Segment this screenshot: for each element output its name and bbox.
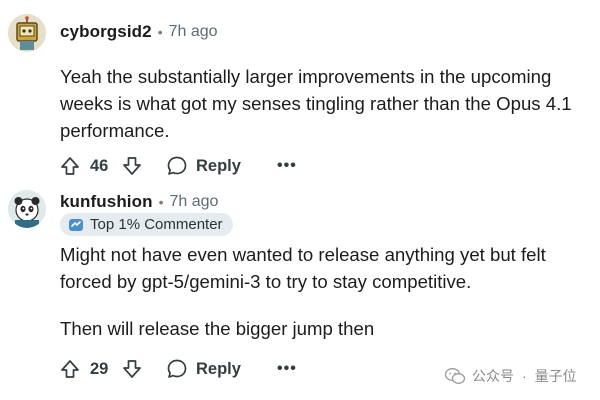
watermark: 公众号 · 量子位: [444, 366, 577, 386]
comment-actions: 29 Reply •••: [58, 354, 297, 384]
vote-count: 29: [90, 359, 109, 378]
badge-icon: [69, 218, 83, 231]
upvote-button[interactable]: [58, 151, 82, 181]
reply-label: Reply: [196, 156, 241, 175]
comment-meta: cyborgsid2 • 7h ago: [60, 22, 218, 42]
vote-count: 46: [90, 156, 109, 175]
downvote-button[interactable]: [120, 151, 144, 181]
downvote-arrow-icon: [123, 360, 141, 378]
upvote-button[interactable]: [58, 354, 82, 384]
avatar[interactable]: [8, 190, 46, 228]
speech-bubble-icon: [167, 359, 187, 378]
avatar[interactable]: [8, 14, 46, 52]
meta-separator: •: [158, 194, 164, 210]
panda-avatar-icon: [8, 190, 46, 228]
timestamp[interactable]: 7h ago: [170, 193, 219, 211]
reply-label: Reply: [196, 359, 241, 378]
speech-bubble-icon: [167, 156, 187, 175]
upvote-arrow-icon: [61, 157, 79, 175]
comment-body: Might not have even wanted to release an…: [60, 241, 595, 342]
meta-separator: •: [157, 24, 163, 40]
comment-paragraph: Then will release the bigger jump then: [60, 318, 375, 339]
more-options-button[interactable]: •••: [277, 157, 297, 175]
commenter-badge: Top 1% Commenter: [60, 213, 233, 236]
username[interactable]: cyborgsid2: [60, 22, 152, 42]
watermark-account: 公众号: [472, 368, 514, 384]
reply-button[interactable]: Reply: [166, 155, 241, 177]
username[interactable]: kunfushion: [60, 192, 153, 212]
wechat-icon: [444, 368, 466, 384]
comment-paragraph: Yeah the substantially larger improvemen…: [60, 66, 572, 141]
downvote-arrow-icon: [123, 157, 141, 175]
robot-avatar-icon: [8, 14, 46, 52]
upvote-arrow-icon: [61, 360, 79, 378]
comment-actions: 46 Reply •••: [58, 151, 297, 181]
timestamp[interactable]: 7h ago: [169, 23, 218, 41]
reply-button[interactable]: Reply: [166, 358, 241, 380]
downvote-button[interactable]: [120, 354, 144, 384]
more-options-button[interactable]: •••: [277, 360, 297, 378]
watermark-separator: ·: [522, 368, 527, 384]
comment-body: Yeah the substantially larger improvemen…: [60, 63, 595, 144]
comment-meta: kunfushion • 7h ago: [60, 192, 218, 212]
watermark-name: 量子位: [534, 368, 577, 384]
badge-label: Top 1% Commenter: [90, 216, 223, 233]
comment-paragraph: Might not have even wanted to release an…: [60, 244, 546, 292]
